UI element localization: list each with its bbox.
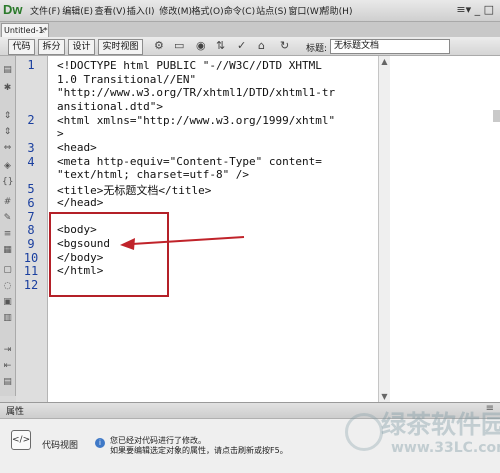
properties-notice: 您已经对代码进行了修改。 如果要编辑选定对象的属性，请点击刷新或按F5。 (110, 436, 288, 456)
panel-collapse-handle[interactable] (493, 110, 500, 122)
collapse-tag-icon[interactable]: ⇕ (2, 112, 13, 121)
line-number: 10 (23, 251, 39, 265)
highlight-invalid-icon[interactable]: ✎ (2, 214, 13, 223)
line-number: 3 (27, 141, 35, 155)
menu-site[interactable]: 站点(S) (256, 4, 288, 17)
document-tab[interactable]: Untitled-1* × (1, 23, 49, 37)
refresh-icon[interactable]: ↻ (280, 40, 289, 52)
line-number: 1 (27, 58, 35, 72)
format-source-icon[interactable]: ▤ (2, 378, 13, 387)
validate-icon[interactable]: ⌂ (258, 40, 265, 52)
menu-modify[interactable]: 修改(M) (159, 4, 192, 17)
coding-toolbar: ▤ ✱ ⇕ ⇕ ⇔ ◈ {} # ✎ ≡ ▦ ▢ ◌ ▣ ▥ ⇥ ⇤ ▤ (0, 56, 16, 396)
menu-edit[interactable]: 编辑(E) (62, 4, 94, 17)
document-tab-bar: Untitled-1* × (0, 22, 500, 37)
menu-insert[interactable]: 插入(I) (127, 4, 159, 17)
line-number: 9 (27, 237, 35, 251)
line-number: 12 (23, 278, 39, 292)
menu-help[interactable]: 帮助(H) (321, 4, 353, 17)
expand-all-icon[interactable]: ⇔ (2, 144, 13, 153)
code-line: "http://www.w3.org/TR/xhtml1/DTD/xhtml1-… (57, 86, 336, 99)
syntax-error-icon[interactable]: ≡ (2, 230, 13, 239)
watermark-text: 绿茶软件园 (381, 410, 500, 439)
design-view-button[interactable]: 设计 (68, 39, 95, 55)
right-panel-area (390, 56, 500, 402)
annotation-arrow (120, 236, 245, 250)
highlight-box (49, 212, 169, 297)
balance-braces-icon[interactable]: {} (2, 178, 13, 187)
line-number: 7 (27, 210, 35, 224)
line-number: 2 (27, 113, 35, 127)
code-line: <html xmlns="http://www.w3.org/1999/xhtm… (57, 114, 336, 127)
menu-format[interactable]: 格式(O) (191, 4, 223, 17)
code-line: "text/html; charset=utf-8" /> (57, 168, 250, 181)
line-number: 5 (27, 182, 35, 196)
code-view-icon: </> (11, 430, 31, 450)
menu-bar: Dw 文件(F) 编辑(E) 查看(V) 插入(I) 修改(M) 格式(O) 命… (0, 0, 500, 22)
show-code-navigator-icon[interactable]: ✱ (2, 84, 13, 93)
page-title-input[interactable]: 无标题文档 (330, 39, 450, 54)
code-view-label: 代码视图 (42, 441, 79, 451)
code-line: 1.0 Transitional//EN" (57, 73, 197, 86)
document-toolbar: 代码 拆分 设计 实时视图 ⚙ ▭ ◉ ⇅ ✓ ⌂ ↻ 标题: 无标题文档 (0, 37, 500, 56)
recent-snippets-icon[interactable]: ▣ (2, 298, 13, 307)
line-number: 4 (27, 155, 35, 169)
menu-file[interactable]: 文件(F) (30, 4, 62, 17)
move-css-icon[interactable]: ▥ (2, 314, 13, 323)
close-icon[interactable]: × (39, 24, 46, 37)
multiscreen-icon[interactable]: ▭ (174, 40, 184, 52)
code-line: <!DOCTYPE html PUBLIC "-//W3C//DTD XHTML (57, 59, 322, 72)
code-line: <head> (57, 141, 97, 154)
editor-scrollbar[interactable]: ▲ ▼ (378, 56, 390, 402)
code-line: ansitional.dtd"> (57, 100, 163, 113)
inspect-icon[interactable]: ⚙ (154, 40, 164, 52)
line-number: 8 (27, 223, 35, 237)
code-line: > (57, 127, 64, 140)
line-numbers-icon[interactable]: # (2, 198, 13, 207)
watermark-logo-icon (345, 413, 383, 451)
line-number: 6 (27, 196, 35, 210)
remove-comment-icon[interactable]: ▢ (2, 266, 13, 275)
menu-commands[interactable]: 命令(C) (224, 4, 256, 17)
notice-line-2: 如果要编辑选定对象的属性，请点击刷新或按F5。 (110, 446, 288, 455)
file-management-icon[interactable]: ⇅ (216, 40, 225, 52)
indent-code-icon[interactable]: ⇥ (2, 346, 13, 355)
info-icon: i (95, 438, 105, 448)
apply-comment-icon[interactable]: ▦ (2, 246, 13, 255)
open-documents-icon[interactable]: ▤ (2, 66, 13, 75)
menu-window[interactable]: 窗口(W) (288, 4, 322, 17)
watermark: 绿茶软件园 www.33LC.com (345, 400, 500, 472)
watermark-url: www.33LC.com (391, 440, 500, 456)
outdent-code-icon[interactable]: ⇤ (2, 362, 13, 371)
live-view-button[interactable]: 实时视图 (98, 39, 143, 55)
line-number-gutter: 1 2 3 4 5 6 7 8 9 10 11 12 (16, 56, 48, 402)
check-browser-icon[interactable]: ✓ (237, 40, 246, 52)
title-label: 标题: (306, 44, 328, 54)
notice-line-1: 您已经对代码进行了修改。 (110, 436, 206, 445)
scroll-up-icon[interactable]: ▲ (379, 56, 390, 67)
main-menu: 文件(F) 编辑(E) 查看(V) 插入(I) 修改(M) 格式(O) 命令(C… (30, 4, 353, 17)
wrap-tag-icon[interactable]: ◌ (2, 282, 13, 291)
code-line: </head> (57, 196, 104, 209)
menu-view[interactable]: 查看(V) (95, 4, 127, 17)
line-number: 11 (23, 264, 39, 278)
dreamweaver-logo: Dw (3, 2, 23, 17)
collapse-selection-icon[interactable]: ⇕ (2, 128, 13, 137)
code-line: <meta http-equiv="Content-Type" content= (57, 155, 322, 168)
split-view-button[interactable]: 拆分 (38, 39, 65, 55)
window-controls[interactable]: ≡▾ _ □ (456, 3, 494, 16)
properties-title: 属性 (6, 407, 25, 417)
preview-icon[interactable]: ◉ (196, 40, 206, 52)
code-view-button[interactable]: 代码 (8, 39, 35, 55)
select-parent-tag-icon[interactable]: ◈ (2, 162, 13, 171)
